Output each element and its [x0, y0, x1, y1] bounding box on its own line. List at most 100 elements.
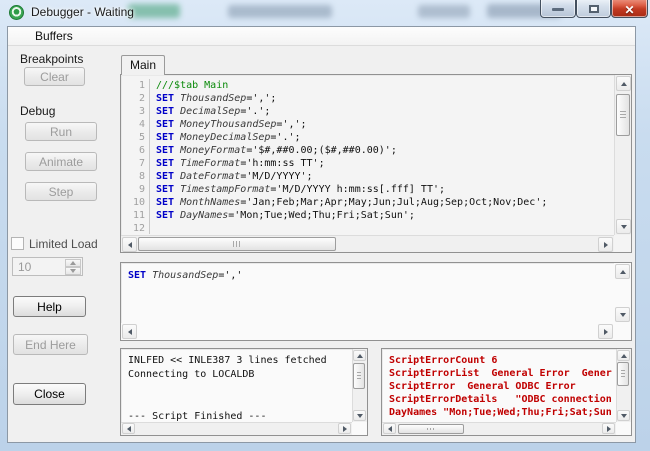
background-blur-blob [128, 4, 180, 18]
scroll-up-button[interactable] [615, 264, 630, 279]
line-number: 11 [122, 209, 150, 222]
status-vertical-scrollbar[interactable] [352, 349, 367, 422]
down-arrow-icon [620, 224, 627, 229]
code-line: 12 [122, 222, 613, 234]
scroll-down-button[interactable] [615, 307, 630, 322]
status-line [128, 382, 327, 396]
error-horizontal-scrollbar[interactable] [382, 422, 616, 435]
error-line: DayNames "Mon;Tue;Wed;Thu;Fri;Sat;Sun [389, 407, 612, 418]
code-line: 3 SET DecimalSep='.'; [122, 105, 613, 118]
watch-horizontal-scrollbar[interactable] [121, 323, 614, 340]
down-arrow-icon [70, 269, 76, 273]
status-output-panel: INLFED << INLE387 3 lines fetched Connect… [120, 348, 368, 436]
error-line: ScriptErrorList General Error Gener [389, 368, 612, 379]
scroll-left-button[interactable] [122, 423, 135, 434]
menu-bar: Buffers [8, 27, 635, 46]
watch-panel: SET ThousandSep=',' [120, 262, 632, 341]
minimize-button[interactable] [540, 0, 576, 18]
step-button[interactable]: Step [25, 182, 97, 201]
scrollbar-thumb[interactable] [616, 94, 630, 136]
error-line: ScriptErrorDetails "ODBC connection [389, 394, 612, 405]
watch-line: SET ThousandSep=',' [128, 270, 243, 281]
status-horizontal-scrollbar[interactable] [121, 422, 352, 435]
code-line: 9 SET TimestampFormat='M/D/YYYY h:mm:ss[.… [122, 183, 613, 196]
clear-button[interactable]: Clear [24, 67, 85, 86]
line-number: 3 [122, 105, 150, 118]
scrollbar-thumb[interactable] [353, 363, 365, 389]
down-arrow-icon [620, 413, 627, 418]
script-editor-panel: 1///$tab Main 2 SET ThousandSep=','; 3 SET D… [120, 74, 632, 253]
left-arrow-icon [387, 425, 392, 432]
scroll-up-button[interactable] [353, 350, 366, 361]
right-arrow-icon [603, 241, 608, 248]
scroll-down-button[interactable] [616, 219, 631, 234]
scroll-right-button[interactable] [602, 423, 615, 434]
scrollbar-thumb[interactable] [617, 362, 629, 386]
error-output-panel: ScriptErrorCount 6 ScriptErrorList Genera… [381, 348, 632, 436]
up-arrow-icon [356, 353, 363, 358]
error-line: ScriptErrorCount 6 [389, 355, 498, 366]
right-arrow-icon [342, 425, 347, 432]
limited-load-spinner[interactable]: 10 [12, 257, 83, 276]
scroll-up-button[interactable] [616, 76, 631, 91]
line-number: 8 [122, 170, 150, 183]
thumb-grip-icon [621, 370, 625, 377]
title-bar[interactable]: Debugger - Waiting ✕ [0, 0, 650, 26]
right-arrow-icon [606, 425, 611, 432]
status-line: INLFED << INLE387 3 lines fetched [128, 355, 327, 366]
spinner-up-button[interactable] [65, 259, 81, 267]
animate-button[interactable]: Animate [25, 152, 97, 171]
line-number: 12 [122, 222, 150, 234]
thumb-grip-icon [357, 372, 361, 379]
code-line: 6 SET MoneyFormat='$#,##0.00;($#,##0.00)'… [122, 144, 613, 157]
minimize-icon [552, 8, 564, 11]
line-number: 9 [122, 183, 150, 196]
watch-vertical-scrollbar[interactable] [614, 263, 631, 323]
end-here-button[interactable]: End Here [13, 334, 88, 355]
qlikview-logo-icon [9, 5, 24, 20]
close-button[interactable]: Close [13, 383, 86, 405]
thumb-grip-icon [427, 428, 434, 430]
scroll-right-button[interactable] [598, 237, 613, 252]
scroll-down-button[interactable] [353, 410, 366, 421]
window-title: Debugger - Waiting [31, 5, 134, 19]
close-window-button[interactable]: ✕ [611, 0, 648, 18]
up-arrow-icon [619, 269, 626, 274]
editor-horizontal-scrollbar[interactable] [121, 235, 614, 252]
tab-main[interactable]: Main [121, 55, 165, 75]
line-number: 4 [122, 118, 150, 131]
scroll-right-button[interactable] [338, 423, 351, 434]
scrollbar-thumb[interactable] [398, 424, 464, 434]
scroll-left-button[interactable] [122, 324, 137, 339]
status-line [128, 396, 327, 410]
spinner-down-button[interactable] [65, 267, 81, 275]
scroll-left-button[interactable] [122, 237, 137, 252]
scroll-right-button[interactable] [598, 324, 613, 339]
code-lines[interactable]: 1///$tab Main 2 SET ThousandSep=','; 3 SET D… [122, 79, 613, 234]
scroll-up-button[interactable] [617, 350, 630, 361]
checkbox-box-icon[interactable] [11, 237, 24, 250]
help-button[interactable]: Help [13, 296, 86, 317]
scroll-down-button[interactable] [617, 410, 630, 421]
scrollbar-thumb[interactable] [138, 237, 336, 251]
line-number: 6 [122, 144, 150, 157]
line-number: 2 [122, 92, 150, 105]
down-arrow-icon [356, 413, 363, 418]
code-line: 7 SET TimeFormat='h:mm:ss TT'; [122, 157, 613, 170]
line-number: 7 [122, 157, 150, 170]
menu-item-buffers[interactable]: Buffers [28, 27, 80, 43]
limited-load-checkbox[interactable]: Limited Load [11, 237, 98, 251]
debug-group-label: Debug [20, 104, 56, 118]
background-blur-blob [228, 5, 332, 18]
right-arrow-icon [603, 328, 608, 335]
run-button[interactable]: Run [25, 122, 97, 141]
up-arrow-icon [70, 261, 76, 265]
thumb-grip-icon [620, 111, 626, 118]
line-number: 1 [122, 79, 150, 92]
scroll-left-button[interactable] [383, 423, 396, 434]
maximize-button[interactable] [576, 0, 611, 18]
editor-vertical-scrollbar[interactable] [614, 75, 631, 235]
thumb-grip-icon [233, 241, 240, 247]
left-arrow-icon [127, 241, 132, 248]
error-vertical-scrollbar[interactable] [616, 349, 631, 422]
